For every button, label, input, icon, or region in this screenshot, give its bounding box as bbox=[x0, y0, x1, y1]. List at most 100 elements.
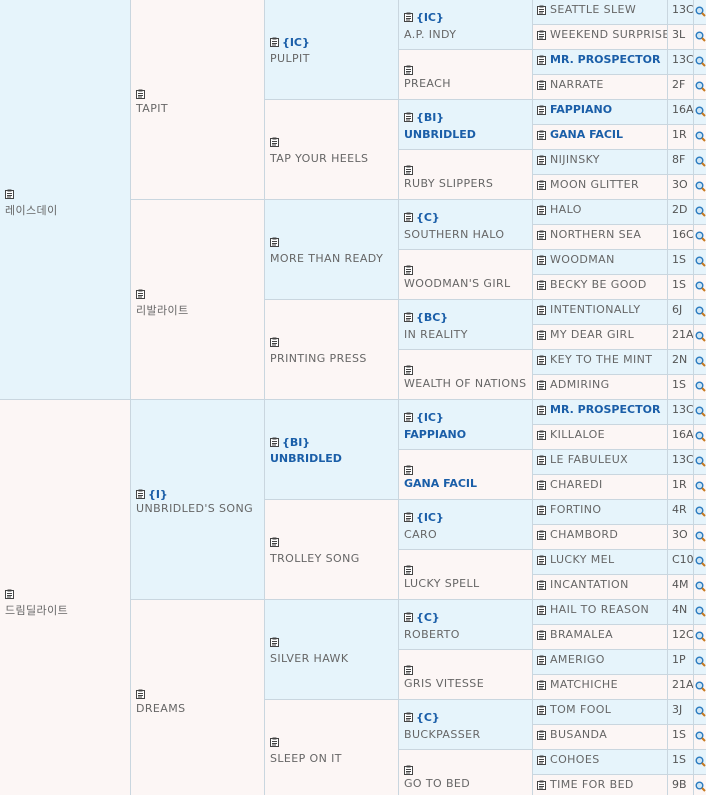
clipboard-icon[interactable] bbox=[537, 105, 546, 115]
clipboard-icon[interactable] bbox=[270, 737, 279, 747]
clipboard-icon[interactable] bbox=[537, 180, 546, 190]
clipboard-icon[interactable] bbox=[537, 580, 546, 590]
horse-name[interactable]: FAPPIANO bbox=[404, 428, 466, 441]
clipboard-icon[interactable] bbox=[537, 280, 546, 290]
magnifier-icon[interactable] bbox=[694, 150, 706, 174]
clipboard-icon[interactable] bbox=[537, 80, 546, 90]
magnifier-icon[interactable] bbox=[694, 400, 706, 424]
horse-name[interactable]: KEY TO THE MINT bbox=[533, 350, 668, 374]
horse-name[interactable]: CHAREDI bbox=[533, 475, 668, 499]
clipboard-icon[interactable] bbox=[537, 505, 546, 515]
horse-name[interactable]: ADMIRING bbox=[533, 375, 668, 399]
gen3-horse-cell[interactable]: SILVER HAWK bbox=[265, 600, 399, 700]
horse-name[interactable]: LUCKY MEL bbox=[533, 550, 668, 574]
gen4-horse-cell[interactable]: PREACH bbox=[399, 50, 533, 100]
magnifier-icon[interactable] bbox=[694, 25, 706, 49]
clipboard-icon[interactable] bbox=[537, 755, 546, 765]
horse-name[interactable]: NORTHERN SEA bbox=[533, 225, 668, 249]
clipboard-icon[interactable] bbox=[270, 537, 279, 547]
horse-name[interactable]: NARRATE bbox=[533, 75, 668, 99]
gen3-horse-cell[interactable]: PRINTING PRESS bbox=[265, 300, 399, 400]
horse-name[interactable]: INTENTIONALLY bbox=[533, 300, 668, 324]
horse-name[interactable]: FAPPIANO bbox=[533, 100, 668, 124]
clipboard-icon[interactable] bbox=[537, 655, 546, 665]
gen4-horse-cell[interactable]: {IC} CARO bbox=[399, 500, 533, 550]
clipboard-icon[interactable] bbox=[537, 355, 546, 365]
gen4-horse-cell[interactable]: {BI} UNBRIDLED bbox=[399, 100, 533, 150]
gen2-horse-cell[interactable]: DREAMS bbox=[131, 600, 265, 795]
clipboard-icon[interactable] bbox=[5, 189, 14, 199]
horse-name[interactable]: UNBRIDLED bbox=[404, 128, 476, 141]
magnifier-icon[interactable] bbox=[694, 575, 706, 599]
gen4-horse-cell[interactable]: WOODMAN'S GIRL bbox=[399, 250, 533, 300]
clipboard-icon[interactable] bbox=[537, 380, 546, 390]
clipboard-icon[interactable] bbox=[404, 512, 413, 522]
clipboard-icon[interactable] bbox=[404, 665, 413, 675]
gen4-horse-cell[interactable]: GO TO BED bbox=[399, 750, 533, 795]
clipboard-icon[interactable] bbox=[404, 465, 413, 475]
clipboard-icon[interactable] bbox=[537, 130, 546, 140]
magnifier-icon[interactable] bbox=[694, 425, 706, 449]
horse-name[interactable]: TIME FOR BED bbox=[533, 775, 668, 795]
gen2-horse-cell[interactable]: 리발라이트 bbox=[131, 200, 265, 400]
horse-name[interactable]: SEATTLE SLEW bbox=[533, 0, 668, 24]
clipboard-icon[interactable] bbox=[404, 412, 413, 422]
magnifier-icon[interactable] bbox=[694, 0, 706, 24]
gen3-horse-cell[interactable]: {IC} PULPIT bbox=[265, 0, 399, 100]
horse-name[interactable]: KILLALOE bbox=[533, 425, 668, 449]
magnifier-icon[interactable] bbox=[694, 175, 706, 199]
clipboard-icon[interactable] bbox=[270, 37, 279, 47]
clipboard-icon[interactable] bbox=[537, 255, 546, 265]
magnifier-icon[interactable] bbox=[694, 325, 706, 349]
clipboard-icon[interactable] bbox=[136, 289, 145, 299]
horse-name[interactable]: PREACH bbox=[404, 77, 451, 90]
magnifier-icon[interactable] bbox=[694, 650, 706, 674]
magnifier-icon[interactable] bbox=[694, 675, 706, 699]
horse-name[interactable]: INCANTATION bbox=[533, 575, 668, 599]
horse-name[interactable]: TAP YOUR HEELS bbox=[270, 152, 368, 165]
gen4-horse-cell[interactable]: WEALTH OF NATIONS bbox=[399, 350, 533, 400]
horse-name[interactable]: LUCKY SPELL bbox=[404, 577, 480, 590]
horse-name[interactable]: FORTINO bbox=[533, 500, 668, 524]
horse-name[interactable]: SOUTHERN HALO bbox=[404, 228, 504, 241]
magnifier-icon[interactable] bbox=[694, 550, 706, 574]
horse-name[interactable]: HALO bbox=[533, 200, 668, 224]
horse-name[interactable]: TOM FOOL bbox=[533, 700, 668, 724]
gen3-horse-cell[interactable]: TROLLEY SONG bbox=[265, 500, 399, 600]
clipboard-icon[interactable] bbox=[537, 155, 546, 165]
horse-name[interactable]: MR. PROSPECTOR bbox=[533, 400, 668, 424]
clipboard-icon[interactable] bbox=[404, 265, 413, 275]
clipboard-icon[interactable] bbox=[537, 705, 546, 715]
horse-name[interactable]: SLEEP ON IT bbox=[270, 752, 342, 765]
magnifier-icon[interactable] bbox=[694, 725, 706, 749]
gen4-horse-cell[interactable]: {C} BUCKPASSER bbox=[399, 700, 533, 750]
magnifier-icon[interactable] bbox=[694, 500, 706, 524]
gen3-horse-cell[interactable]: MORE THAN READY bbox=[265, 200, 399, 300]
horse-name[interactable]: BRAMALEA bbox=[533, 625, 668, 649]
horse-name[interactable]: A.P. INDY bbox=[404, 28, 456, 41]
horse-name[interactable]: GANA FACIL bbox=[404, 477, 477, 490]
clipboard-icon[interactable] bbox=[270, 237, 279, 247]
clipboard-icon[interactable] bbox=[537, 480, 546, 490]
clipboard-icon[interactable] bbox=[537, 5, 546, 15]
magnifier-icon[interactable] bbox=[694, 200, 706, 224]
horse-name[interactable]: TROLLEY SONG bbox=[270, 552, 360, 565]
gen4-horse-cell[interactable]: {C} SOUTHERN HALO bbox=[399, 200, 533, 250]
magnifier-icon[interactable] bbox=[694, 100, 706, 124]
horse-name[interactable]: HAIL TO REASON bbox=[533, 600, 668, 624]
clipboard-icon[interactable] bbox=[537, 430, 546, 440]
clipboard-icon[interactable] bbox=[537, 230, 546, 240]
horse-name[interactable]: GO TO BED bbox=[404, 777, 470, 790]
clipboard-icon[interactable] bbox=[404, 112, 413, 122]
clipboard-icon[interactable] bbox=[270, 337, 279, 347]
gen4-horse-cell[interactable]: RUBY SLIPPERS bbox=[399, 150, 533, 200]
magnifier-icon[interactable] bbox=[694, 775, 706, 795]
clipboard-icon[interactable] bbox=[537, 730, 546, 740]
clipboard-icon[interactable] bbox=[136, 89, 145, 99]
magnifier-icon[interactable] bbox=[694, 225, 706, 249]
horse-name[interactable]: BECKY BE GOOD bbox=[533, 275, 668, 299]
horse-name[interactable]: PULPIT bbox=[270, 52, 310, 65]
gen4-horse-cell[interactable]: {C} ROBERTO bbox=[399, 600, 533, 650]
magnifier-icon[interactable] bbox=[694, 275, 706, 299]
clipboard-icon[interactable] bbox=[404, 65, 413, 75]
